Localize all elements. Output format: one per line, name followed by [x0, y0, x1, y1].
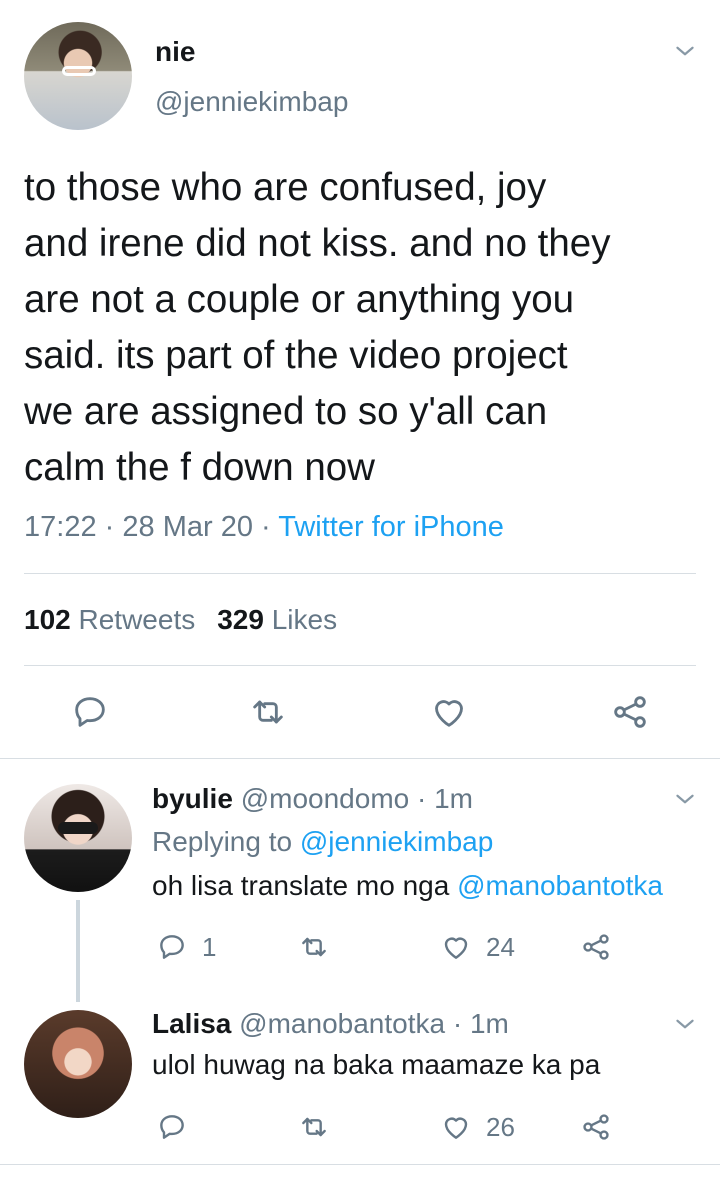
author-name[interactable]: nie — [155, 36, 195, 68]
like-count: 26 — [486, 1111, 515, 1142]
likes-count: 329 — [217, 604, 264, 635]
thread-connector-line — [76, 900, 80, 1002]
reply-author-handle[interactable]: @moondomo — [241, 783, 410, 814]
reply-header: byulie @moondomo · 1m — [152, 783, 473, 815]
divider — [0, 758, 720, 759]
reply-icon[interactable] — [68, 690, 112, 734]
like-action[interactable]: 24 — [440, 927, 515, 967]
reply-text-body: oh lisa translate mo nga — [152, 870, 450, 901]
chevron-down-icon[interactable] — [672, 786, 698, 812]
replying-to-handle-link[interactable]: @jenniekimbap — [300, 826, 493, 857]
tweet-text: to those who are confused, joy and irene… — [24, 160, 704, 496]
avatar[interactable] — [24, 22, 132, 130]
tweet-meta: 17:22 · 28 Mar 20 · Twitter for iPhone — [24, 511, 504, 544]
reply-time: 1m — [469, 1008, 509, 1039]
likes-stat[interactable]: 329 Likes — [217, 604, 337, 635]
reply-author-name[interactable]: Lalisa — [152, 1008, 231, 1039]
retweet-action[interactable] — [298, 927, 330, 967]
reply-time: 1m — [434, 783, 474, 814]
like-icon[interactable] — [427, 690, 471, 734]
retweets-count: 102 — [24, 604, 71, 635]
reply-icon — [160, 935, 184, 959]
meta-separator: · — [417, 783, 427, 814]
reply-action[interactable]: 1 — [156, 927, 216, 967]
meta-separator: · — [452, 1008, 463, 1039]
meta-separator: · — [104, 511, 115, 543]
tweet-time: 17:22 — [24, 511, 97, 543]
meta-separator: · — [261, 511, 271, 543]
divider — [24, 573, 696, 574]
sunglasses-detail — [58, 822, 98, 834]
share-icon[interactable] — [608, 690, 652, 734]
replying-to: Replying to @jenniekimbap — [152, 826, 493, 858]
mention-link[interactable]: @manobantotka — [457, 870, 663, 901]
reply-author-name[interactable]: byulie — [152, 783, 233, 814]
tweet-text-line: are not a couple or anything you — [24, 278, 575, 321]
tweet-text-line: calm the f down now — [24, 446, 375, 489]
reply-header: Lalisa @manobantotka · 1m — [152, 1008, 509, 1040]
tweet-text-line: we are assigned to so y'all can — [24, 390, 548, 433]
reply-action[interactable] — [156, 1107, 188, 1147]
tweet-text-line: to those who are confused, joy — [24, 166, 547, 209]
avatar[interactable] — [24, 1010, 132, 1118]
reply-text-body: ulol huwag na baka maamaze ka pa — [152, 1049, 601, 1080]
author-handle[interactable]: @jenniekimbap — [155, 86, 348, 118]
retweet-icon — [302, 1117, 326, 1137]
tweet-source-link[interactable]: Twitter for iPhone — [278, 511, 504, 543]
tweet-text-line: said. its part of the video project — [24, 334, 568, 377]
likes-label: Likes — [271, 604, 338, 635]
sunglasses-detail — [62, 66, 96, 76]
engagement-counts: 102 Retweets 329 Likes — [24, 604, 337, 636]
reply-text: oh lisa translate mo nga @manobantotka — [152, 870, 663, 902]
retweets-label: Retweets — [78, 604, 196, 635]
tweet-text-line: and irene did not kiss. and no they — [24, 222, 611, 265]
chevron-down-icon[interactable] — [672, 38, 698, 64]
like-count: 24 — [486, 931, 515, 962]
share-action[interactable] — [580, 927, 612, 967]
divider — [24, 665, 696, 666]
share-icon — [583, 1114, 609, 1140]
like-icon — [444, 1117, 468, 1139]
reply-icon — [160, 1115, 184, 1139]
share-icon — [583, 934, 609, 960]
reply-count: 1 — [202, 931, 217, 962]
divider — [0, 1164, 720, 1165]
retweets-stat[interactable]: 102 Retweets — [24, 604, 195, 635]
share-action[interactable] — [580, 1107, 612, 1147]
reply-author-handle[interactable]: @manobantotka — [239, 1008, 445, 1039]
retweet-icon — [302, 937, 326, 957]
retweet-action[interactable] — [298, 1107, 330, 1147]
avatar[interactable] — [24, 784, 132, 892]
chevron-down-icon[interactable] — [672, 1011, 698, 1037]
like-icon — [444, 937, 468, 959]
reply-text: ulol huwag na baka maamaze ka pa — [152, 1049, 600, 1081]
tweet-date: 28 Mar 20 — [122, 511, 253, 543]
like-action[interactable]: 26 — [440, 1107, 515, 1147]
replying-to-label: Replying to — [152, 826, 293, 857]
retweet-icon[interactable] — [246, 690, 290, 734]
